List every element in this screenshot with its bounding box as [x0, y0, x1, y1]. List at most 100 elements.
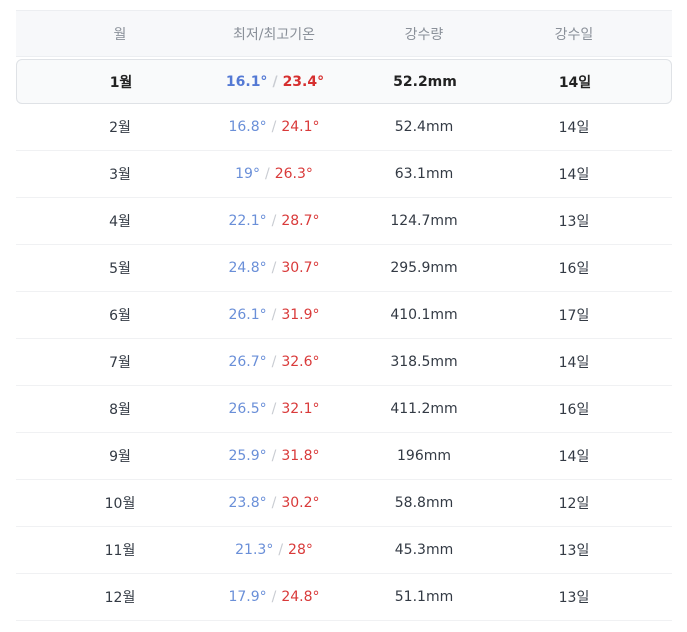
month-cell: 4월 [109, 214, 131, 230]
month-cell: 10월 [104, 496, 136, 512]
max-temp: 26.3° [274, 166, 313, 182]
temp-separator: / [271, 307, 277, 323]
temp-separator: / [271, 260, 277, 276]
min-temp: 24.8° [228, 260, 267, 276]
rain-cell: 196mm [397, 448, 451, 464]
min-temp: 19° [235, 166, 260, 182]
table-row[interactable]: 2월 16.8°/24.1° 52.4mm 14일 [16, 104, 672, 151]
rain-cell: 51.1mm [394, 589, 454, 605]
temp-separator: / [271, 448, 277, 464]
temp-separator: / [278, 542, 284, 558]
max-temp: 32.6° [281, 354, 320, 370]
rain-cell: 58.8mm [394, 495, 454, 511]
table-row[interactable]: 9월 25.9°/31.8° 196mm 14일 [16, 433, 672, 480]
month-cell: 5월 [109, 261, 131, 277]
table-row[interactable]: 1월 16.1°/23.4° 52.2mm 14일 [16, 59, 672, 104]
days-cell: 14일 [558, 355, 590, 371]
header-month: 월 [113, 26, 127, 43]
table-row[interactable]: 7월 26.7°/32.6° 318.5mm 14일 [16, 339, 672, 386]
temp-cell: 26.7°/32.6° [224, 354, 324, 370]
table-row[interactable]: 3월 19°/26.3° 63.1mm 14일 [16, 151, 672, 198]
min-temp: 22.1° [228, 213, 267, 229]
temp-cell: 23.8°/30.2° [224, 495, 324, 511]
temp-separator: / [271, 354, 277, 370]
temp-separator: / [271, 401, 277, 417]
days-cell: 14일 [558, 74, 592, 91]
temp-cell: 22.1°/28.7° [224, 213, 324, 229]
min-temp: 21.3° [235, 542, 274, 558]
table-row[interactable]: 6월 26.1°/31.9° 410.1mm 17일 [16, 292, 672, 339]
days-cell: 16일 [558, 261, 590, 277]
rain-cell: 318.5mm [390, 354, 458, 370]
max-temp: 32.1° [281, 401, 320, 417]
table-body: 1월 16.1°/23.4° 52.2mm 14일 2월 16.8°/24.1° 52.4… [16, 59, 672, 621]
temp-separator: / [272, 73, 278, 90]
max-temp: 28° [288, 542, 313, 558]
temp-cell: 19°/26.3° [224, 166, 324, 182]
max-temp: 30.7° [281, 260, 320, 276]
days-cell: 13일 [558, 590, 590, 606]
max-temp: 31.9° [281, 307, 320, 323]
temp-separator: / [271, 495, 277, 511]
max-temp: 30.2° [281, 495, 320, 511]
days-cell: 14일 [558, 449, 590, 465]
min-temp: 25.9° [228, 448, 267, 464]
rain-cell: 52.4mm [394, 119, 454, 135]
max-temp: 24.1° [281, 119, 320, 135]
temp-cell: 17.9°/24.8° [224, 589, 324, 605]
header-days: 강수일 [554, 26, 594, 43]
table-row[interactable]: 12월 17.9°/24.8° 51.1mm 13일 [16, 574, 672, 621]
temp-cell: 21.3°/28° [224, 542, 324, 558]
days-cell: 13일 [558, 214, 590, 230]
days-cell: 17일 [558, 308, 590, 324]
min-temp: 26.1° [228, 307, 267, 323]
temp-cell: 25.9°/31.8° [224, 448, 324, 464]
rain-cell: 411.2mm [390, 401, 458, 417]
max-temp: 24.8° [281, 589, 320, 605]
month-cell: 1월 [109, 74, 133, 91]
month-cell: 7월 [109, 355, 131, 371]
min-temp: 17.9° [228, 589, 267, 605]
rain-cell: 410.1mm [390, 307, 458, 323]
month-cell: 12월 [104, 590, 136, 606]
temp-separator: / [264, 166, 270, 182]
days-cell: 14일 [558, 167, 590, 183]
table-row[interactable]: 8월 26.5°/32.1° 411.2mm 16일 [16, 386, 672, 433]
month-cell: 8월 [109, 402, 131, 418]
rain-cell: 52.2mm [393, 73, 457, 90]
rain-cell: 45.3mm [394, 542, 454, 558]
table-row[interactable]: 5월 24.8°/30.7° 295.9mm 16일 [16, 245, 672, 292]
temp-cell: 16.8°/24.1° [224, 119, 324, 135]
month-cell: 11월 [104, 543, 136, 559]
max-temp: 23.4° [282, 73, 325, 90]
header-rain: 강수량 [404, 26, 444, 43]
rain-cell: 124.7mm [390, 213, 458, 229]
days-cell: 12일 [558, 496, 590, 512]
rain-cell: 63.1mm [394, 166, 454, 182]
days-cell: 14일 [558, 120, 590, 136]
days-cell: 13일 [558, 543, 590, 559]
max-temp: 31.8° [281, 448, 320, 464]
min-temp: 23.8° [228, 495, 267, 511]
temp-separator: / [271, 119, 277, 135]
table-row[interactable]: 10월 23.8°/30.2° 58.8mm 12일 [16, 480, 672, 527]
rain-cell: 295.9mm [390, 260, 458, 276]
table-row[interactable]: 11월 21.3°/28° 45.3mm 13일 [16, 527, 672, 574]
days-cell: 16일 [558, 402, 590, 418]
max-temp: 28.7° [281, 213, 320, 229]
temp-cell: 26.1°/31.9° [224, 307, 324, 323]
temp-separator: / [271, 213, 277, 229]
table-row[interactable]: 4월 22.1°/28.7° 124.7mm 13일 [16, 198, 672, 245]
min-temp: 26.5° [228, 401, 267, 417]
temp-cell: 24.8°/30.7° [224, 260, 324, 276]
month-cell: 3월 [109, 167, 131, 183]
header-temp: 최저/최고기온 [233, 26, 315, 43]
month-cell: 9월 [109, 449, 131, 465]
month-cell: 2월 [109, 120, 131, 136]
min-temp: 26.7° [228, 354, 267, 370]
table-header: 월 최저/최고기온 강수량 강수일 [16, 10, 672, 57]
min-temp: 16.8° [228, 119, 267, 135]
min-temp: 16.1° [225, 73, 268, 90]
temp-cell: 16.1°/23.4° [225, 74, 325, 90]
month-cell: 6월 [109, 308, 131, 324]
